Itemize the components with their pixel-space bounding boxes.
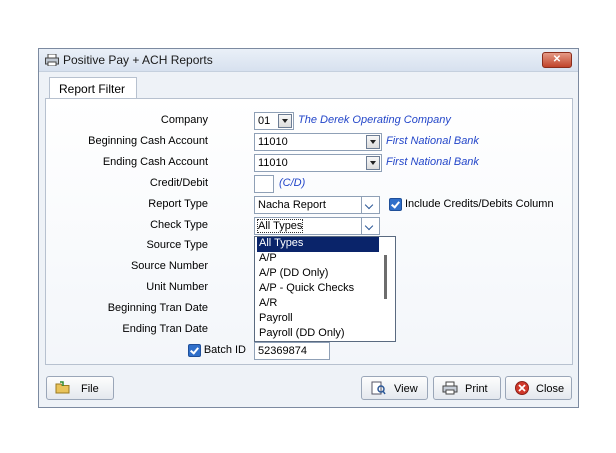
close-icon xyxy=(515,381,529,395)
source-type-label: Source Type xyxy=(146,239,208,251)
include-credits-checkbox[interactable] xyxy=(389,198,402,211)
chevron-down-icon[interactable] xyxy=(361,218,379,234)
beginning-cash-value: 11010 xyxy=(258,136,288,148)
window-close-button[interactable] xyxy=(542,52,572,68)
check-type-label: Check Type xyxy=(150,219,208,231)
beginning-tran-date-label: Beginning Tran Date xyxy=(107,302,208,314)
source-number-label: Source Number xyxy=(130,260,208,272)
chevron-down-icon[interactable] xyxy=(361,197,379,213)
print-button-label: Print xyxy=(465,383,488,395)
title-bar[interactable]: Positive Pay + ACH Reports xyxy=(39,49,578,72)
credit-debit-field[interactable] xyxy=(254,175,274,193)
option-ap-dd-only[interactable]: A/P (DD Only) xyxy=(257,267,379,282)
close-button[interactable]: Close xyxy=(505,376,572,400)
batch-id-value: 52369874 xyxy=(258,345,307,357)
report-type-value: Nacha Report xyxy=(258,199,326,211)
company-value: 01 xyxy=(258,115,271,127)
batch-id-checkbox[interactable] xyxy=(188,344,201,357)
batch-id-field[interactable]: 52369874 xyxy=(254,342,330,360)
option-payroll-dd-only[interactable]: Payroll (DD Only) xyxy=(257,327,379,342)
option-ap-quick-checks[interactable]: A/P - Quick Checks xyxy=(257,282,379,297)
report-type-select[interactable]: Nacha Report xyxy=(254,196,380,214)
check-type-value: All Types xyxy=(256,219,304,233)
ending-tran-date-label: Ending Tran Date xyxy=(122,323,208,335)
option-ar[interactable]: A/R xyxy=(257,297,379,312)
print-button[interactable]: Print xyxy=(433,376,501,400)
option-ap[interactable]: A/P xyxy=(257,252,379,267)
chevron-down-icon[interactable] xyxy=(366,135,380,149)
tab-report-filter[interactable]: Report Filter xyxy=(49,77,137,98)
file-button[interactable]: File xyxy=(46,376,114,400)
ending-bank-name: First National Bank xyxy=(386,156,479,168)
chevron-down-icon[interactable] xyxy=(366,156,380,170)
option-payroll[interactable]: Payroll xyxy=(257,312,379,327)
beginning-cash-label: Beginning Cash Account xyxy=(88,135,208,147)
credit-debit-hint: (C/D) xyxy=(279,177,306,189)
option-all-types[interactable]: All Types xyxy=(257,237,379,252)
file-button-label: File xyxy=(81,383,99,395)
report-type-label: Report Type xyxy=(148,198,208,210)
dropdown-scrollbar[interactable] xyxy=(384,255,387,299)
printer-icon xyxy=(45,54,59,66)
check-type-dropdown[interactable]: All Types A/P A/P (DD Only) A/P - Quick … xyxy=(254,236,396,342)
company-label: Company xyxy=(160,114,208,126)
folder-icon xyxy=(55,381,70,394)
include-credits-label: Include Credits/Debits Column xyxy=(405,198,554,210)
close-button-label: Close xyxy=(536,383,565,395)
check-type-select[interactable]: All Types xyxy=(254,217,380,235)
beginning-cash-field[interactable]: 11010 xyxy=(254,133,382,151)
company-name: The Derek Operating Company xyxy=(298,114,451,126)
printer-icon xyxy=(442,381,458,395)
ending-cash-field[interactable]: 11010 xyxy=(254,154,382,172)
beginning-bank-name: First National Bank xyxy=(386,135,479,147)
credit-debit-label: Credit/Debit xyxy=(149,177,208,189)
view-button-label: View xyxy=(394,383,418,395)
company-field[interactable]: 01 xyxy=(254,112,294,130)
chevron-down-icon[interactable] xyxy=(278,114,292,128)
window-title: Positive Pay + ACH Reports xyxy=(63,53,213,67)
view-icon xyxy=(371,381,386,395)
ending-cash-value: 11010 xyxy=(258,157,288,169)
tab-label: Report Filter xyxy=(59,82,126,96)
view-button[interactable]: View xyxy=(361,376,428,400)
unit-number-label: Unit Number xyxy=(146,281,208,293)
ending-cash-label: Ending Cash Account xyxy=(102,156,208,168)
